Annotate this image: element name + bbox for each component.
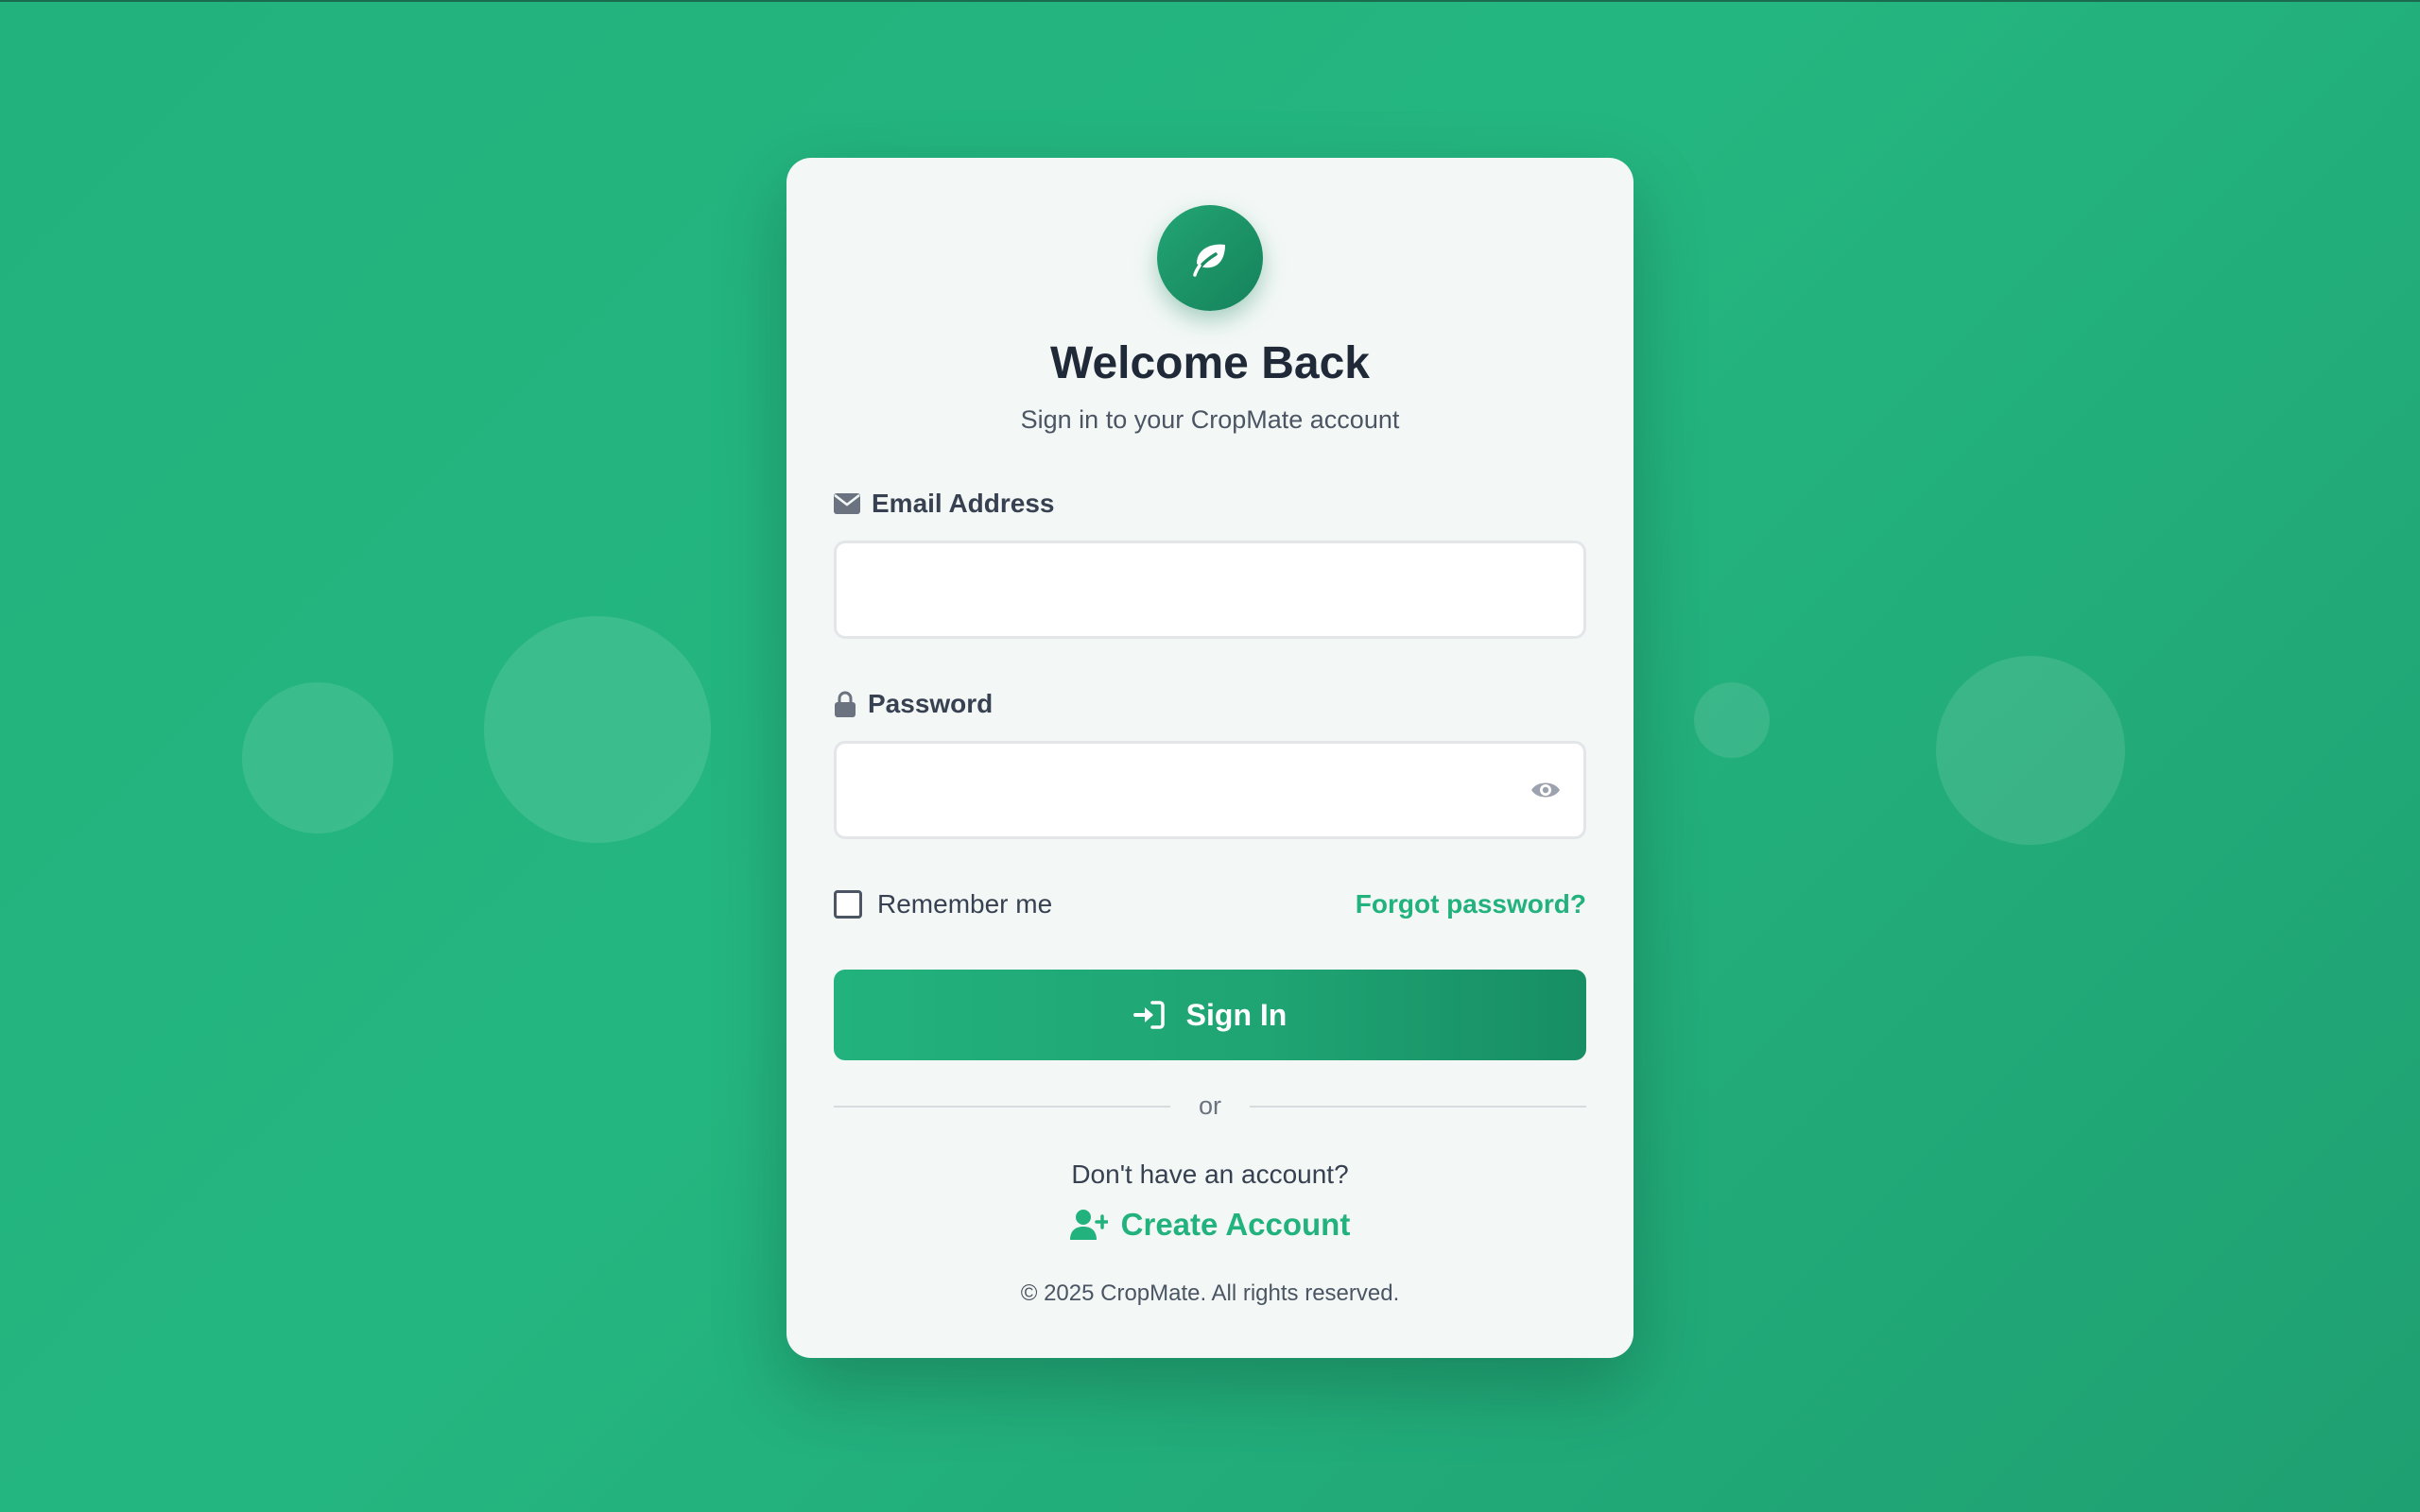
remember-me: Remember me	[834, 889, 1052, 919]
lock-icon	[835, 691, 856, 717]
page-subtitle: Sign in to your CropMate account	[1020, 405, 1400, 434]
user-plus-icon	[1069, 1210, 1108, 1240]
forgot-password-link[interactable]: Forgot password?	[1356, 889, 1586, 919]
create-account-label[interactable]: Create Account	[1121, 1207, 1351, 1243]
leaf-icon	[1193, 244, 1225, 277]
logo	[1157, 205, 1263, 311]
remember-me-label[interactable]: Remember me	[877, 889, 1052, 919]
signup-prompt: Don't have an account?	[1071, 1160, 1349, 1189]
email-label: Email Address	[834, 489, 1054, 519]
sign-in-icon	[1132, 1001, 1165, 1029]
sign-in-button[interactable]: Sign In	[834, 970, 1586, 1060]
page-title: Welcome Back	[1050, 338, 1370, 388]
sign-in-label: Sign In	[1185, 997, 1288, 1032]
remember-me-checkbox[interactable]	[834, 890, 862, 919]
decorative-bubble	[1694, 682, 1770, 758]
email-field[interactable]	[834, 541, 1586, 639]
eye-icon[interactable]	[1530, 776, 1562, 804]
password-label: Password	[834, 689, 993, 719]
create-account-link[interactable]: Create Account	[786, 1207, 1634, 1243]
copyright-footer: © 2025 CropMate. All rights reserved.	[1020, 1280, 1400, 1306]
decorative-bubble	[242, 682, 393, 833]
decorative-bubble	[1936, 656, 2125, 845]
or-divider: or	[834, 1091, 1587, 1121]
envelope-icon	[834, 493, 860, 514]
login-card: Welcome Back Sign in to your CropMate ac…	[786, 158, 1634, 1358]
divider-line	[834, 1105, 1170, 1108]
divider-text: or	[1199, 1091, 1222, 1120]
divider-line	[1250, 1105, 1587, 1108]
email-label-text: Email Address	[872, 489, 1055, 518]
password-field[interactable]	[834, 741, 1586, 839]
decorative-bubble	[484, 616, 711, 843]
password-label-text: Password	[868, 689, 994, 718]
